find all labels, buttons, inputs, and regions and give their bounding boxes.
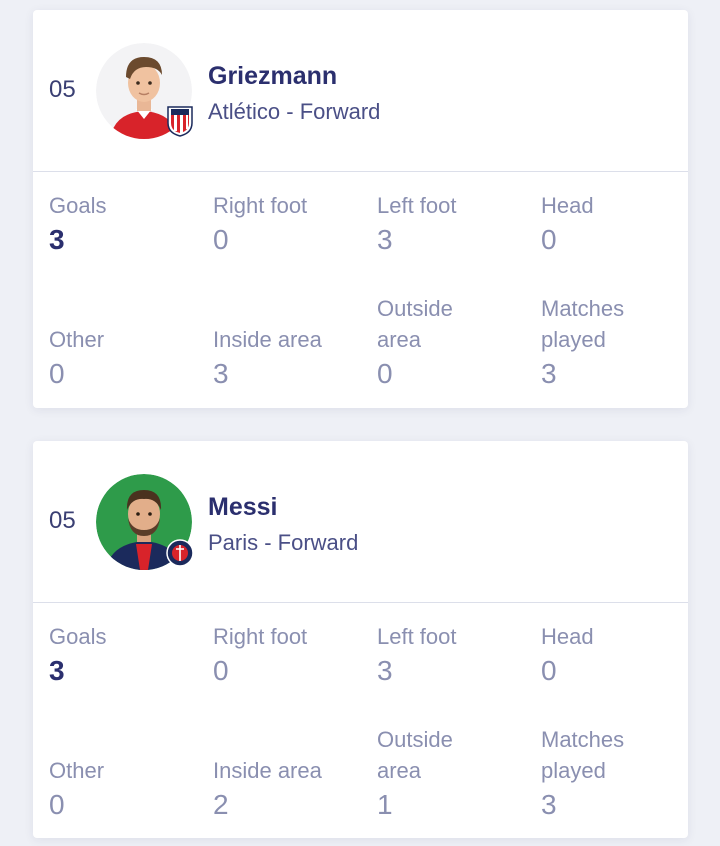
player-name[interactable]: Griezmann <box>208 62 337 91</box>
stat-value: 0 <box>377 358 393 389</box>
stat-right-foot: Right foot 0 <box>213 190 373 258</box>
stat-label: Head <box>541 193 594 218</box>
stat-other: Other 0 <box>49 324 209 392</box>
stat-right-foot: Right foot 0 <box>213 621 373 689</box>
player-avatar <box>96 43 193 139</box>
player-name[interactable]: Messi <box>208 493 277 522</box>
player-stats: Goals 3 Right foot 0 Left foot 3 Head 0 … <box>33 172 688 408</box>
stat-label: Head <box>541 624 594 649</box>
stat-value: 0 <box>213 224 229 255</box>
stat-goals: Goals 3 <box>49 621 209 689</box>
player-card[interactable]: 05 Griezmann Atlético - Forward Goals 3 … <box>33 10 688 408</box>
stat-label: Outside area <box>377 727 453 783</box>
stat-label: Matches played <box>541 296 625 352</box>
stat-label: Left foot <box>377 193 457 218</box>
stat-label: Outside area <box>377 296 453 352</box>
stat-label: Left foot <box>377 624 457 649</box>
stat-label: Matches played <box>541 727 625 783</box>
stat-label: Inside area <box>213 758 322 783</box>
player-stats: Goals 3 Right foot 0 Left foot 3 Head 0 … <box>33 603 688 839</box>
stat-value: 1 <box>377 789 393 820</box>
player-header[interactable]: 05 Messi Paris - Forward <box>33 441 688 602</box>
stat-value: 2 <box>213 789 229 820</box>
stat-value: 0 <box>213 655 229 686</box>
stat-inside-area: Inside area 2 <box>213 755 373 823</box>
psg-badge-icon <box>166 539 194 567</box>
player-rank: 05 <box>49 76 76 103</box>
stat-matches-played: Matches played 3 <box>541 293 651 392</box>
player-header[interactable]: 05 Griezmann Atlético - Forward <box>33 10 688 171</box>
stat-matches-played: Matches played 3 <box>541 724 651 823</box>
stat-value: 3 <box>541 358 557 389</box>
stat-value: 0 <box>541 655 557 686</box>
stat-left-foot: Left foot 3 <box>377 621 537 689</box>
stat-value: 3 <box>541 789 557 820</box>
stat-value: 3 <box>213 358 229 389</box>
player-club-position: Paris - Forward <box>208 530 359 555</box>
stat-goals: Goals 3 <box>49 190 209 258</box>
stat-outside-area: Outside area 0 <box>377 293 497 392</box>
stat-left-foot: Left foot 3 <box>377 190 537 258</box>
stat-label: Right foot <box>213 624 308 649</box>
stat-value: 3 <box>377 655 393 686</box>
stat-outside-area: Outside area 1 <box>377 724 497 823</box>
stat-value: 3 <box>377 224 393 255</box>
atletico-badge-icon <box>167 106 193 137</box>
stat-value: 3 <box>49 224 65 255</box>
stat-label: Other <box>49 758 105 783</box>
stat-value: 0 <box>49 789 65 820</box>
stat-other: Other 0 <box>49 755 209 823</box>
stat-value: 0 <box>49 358 65 389</box>
player-card[interactable]: 05 Messi Paris - Forward Goals 3 Right f… <box>33 441 688 838</box>
stat-head: Head 0 <box>541 190 701 258</box>
stat-value: 3 <box>49 655 65 686</box>
stat-label: Goals <box>49 193 107 218</box>
stat-label: Goals <box>49 624 107 649</box>
player-avatar <box>96 474 194 570</box>
stat-label: Inside area <box>213 327 322 352</box>
stat-value: 0 <box>541 224 557 255</box>
player-club-position: Atlético - Forward <box>208 99 381 124</box>
stat-inside-area: Inside area 3 <box>213 324 373 392</box>
stat-label: Right foot <box>213 193 308 218</box>
stat-head: Head 0 <box>541 621 701 689</box>
stat-label: Other <box>49 327 105 352</box>
player-rank: 05 <box>49 507 76 534</box>
